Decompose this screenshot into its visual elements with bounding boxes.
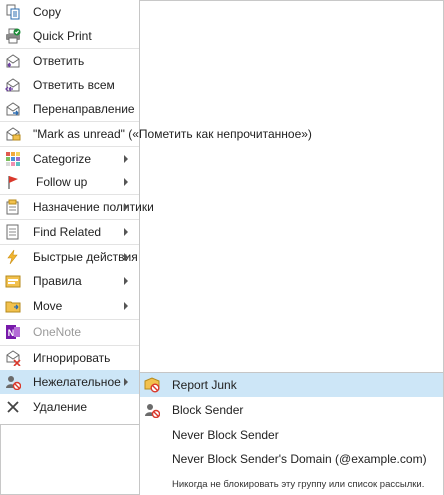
- submenu-arrow-icon: [124, 203, 128, 211]
- menu-item-label: Правила: [33, 274, 82, 288]
- submenu-item-report-junk[interactable]: Report Junk: [140, 373, 443, 397]
- menu-item-label: Ответить: [33, 54, 85, 68]
- menu-item-label: Перенаправление: [33, 102, 135, 116]
- menu-item-label: Назначение политики: [33, 200, 154, 214]
- forward-icon: [5, 101, 21, 117]
- junk-icon: [5, 374, 22, 391]
- submenu-item-block-sender[interactable]: Block Sender: [140, 398, 443, 422]
- menu-item-label: OneNote: [33, 325, 82, 339]
- mark-unread-icon: [5, 126, 21, 142]
- onenote-icon: N: [5, 324, 21, 340]
- block-sender-icon: [144, 402, 161, 419]
- menu-item-label: "Mark as unread" («Пометить как непрочит…: [33, 127, 312, 141]
- menu-item-onenote[interactable]: N OneNote: [0, 319, 139, 344]
- quick-print-icon: [5, 28, 21, 44]
- menu-item-categorize[interactable]: Categorize: [0, 146, 139, 171]
- menu-item-find-related[interactable]: Find Related: [0, 219, 139, 244]
- rules-icon: [5, 273, 21, 289]
- submenu-arrow-icon: [124, 253, 128, 261]
- follow-up-flag-icon: [5, 174, 21, 190]
- assign-policy-icon: [5, 199, 21, 215]
- svg-text:N: N: [8, 328, 15, 338]
- context-menu: Copy Quick Print Ответить Ответить всем …: [0, 0, 312, 425]
- reply-all-icon: [5, 77, 21, 93]
- submenu-item-label: Never Block Sender: [172, 428, 279, 442]
- menu-item-reply-all[interactable]: Ответить всем: [0, 73, 139, 97]
- find-related-icon: [5, 224, 21, 240]
- report-junk-icon: [144, 377, 160, 393]
- menu-item-label: Игнорировать: [33, 351, 111, 365]
- menu-item-ignore[interactable]: Игнорировать: [0, 345, 139, 370]
- ignore-icon: [5, 350, 21, 367]
- menu-item-label: Move: [33, 299, 63, 313]
- menu-item-copy[interactable]: Copy: [0, 0, 139, 24]
- submenu-arrow-icon: [124, 228, 128, 236]
- submenu-item-never-block-sender[interactable]: Never Block Sender: [140, 423, 443, 447]
- menu-item-label: Быстрые действия: [33, 250, 138, 264]
- menu-item-assign-policy[interactable]: Назначение политики: [0, 194, 154, 219]
- menu-item-label: Нежелательное: [33, 375, 121, 389]
- junk-submenu: Report Junk Block Sender Never Block Sen…: [139, 372, 443, 495]
- submenu-item-label: Never Block Sender's Domain (@example.co…: [172, 452, 427, 466]
- menu-item-follow-up[interactable]: Follow up: [0, 170, 139, 194]
- menu-item-label: Categorize: [33, 152, 92, 166]
- menu-item-label: Ответить всем: [33, 78, 115, 92]
- quick-steps-icon: [5, 249, 21, 265]
- menu-item-label: Quick Print: [33, 29, 92, 43]
- submenu-item-never-block-group[interactable]: Никогда не блокировать эту группу или сп…: [172, 479, 424, 490]
- submenu-item-never-block-domain[interactable]: Never Block Sender's Domain (@example.co…: [140, 447, 443, 471]
- submenu-arrow-icon: [124, 155, 128, 163]
- menu-item-forward[interactable]: Перенаправление: [0, 97, 139, 121]
- menu-item-label: Copy: [33, 5, 62, 19]
- menu-item-junk[interactable]: Нежелательное: [0, 370, 139, 394]
- menu-item-mark-unread[interactable]: "Mark as unread" («Пометить как непрочит…: [0, 121, 312, 146]
- copy-icon: [5, 4, 21, 20]
- move-icon: [5, 298, 21, 314]
- submenu-arrow-icon: [124, 178, 128, 186]
- submenu-arrow-icon: [124, 277, 128, 285]
- menu-item-label: Follow up: [36, 175, 88, 189]
- menu-item-quick-steps[interactable]: Быстрые действия: [0, 244, 139, 269]
- categorize-icon: [5, 151, 21, 167]
- submenu-item-label: Report Junk: [172, 378, 237, 392]
- delete-icon: [5, 399, 21, 415]
- menu-item-label: Find Related: [33, 225, 102, 239]
- menu-item-quick-print[interactable]: Quick Print: [0, 24, 139, 48]
- menu-item-move[interactable]: Move: [0, 294, 139, 318]
- submenu-item-label: Block Sender: [172, 403, 244, 417]
- menu-item-label: Удаление: [33, 400, 88, 414]
- submenu-arrow-icon: [124, 302, 128, 310]
- menu-item-delete[interactable]: Удаление: [0, 395, 139, 419]
- submenu-arrow-icon: [124, 378, 128, 386]
- menu-item-reply[interactable]: Ответить: [0, 48, 139, 73]
- menu-item-rules[interactable]: Правила: [0, 269, 139, 293]
- reply-icon: [5, 53, 21, 69]
